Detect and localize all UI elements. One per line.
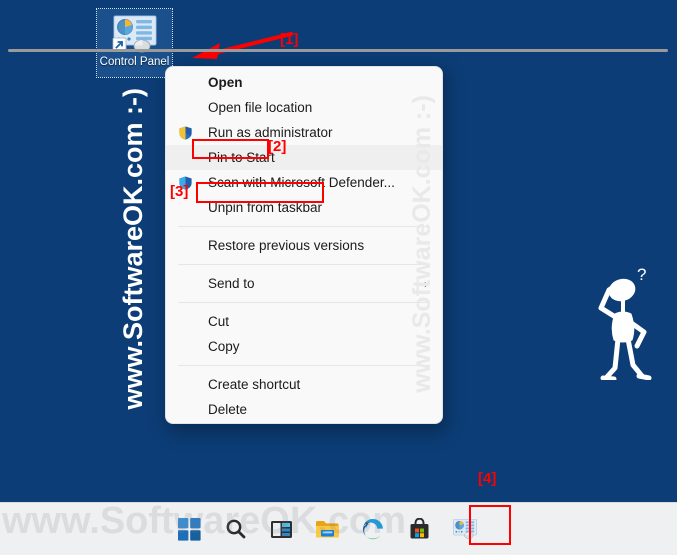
menu-item-rename[interactable]: Rename bbox=[166, 422, 442, 423]
desktop-watermark: www.SoftwareOK.com :-) bbox=[118, 88, 148, 410]
menu-separator bbox=[178, 264, 430, 265]
menu-item-delete[interactable]: Delete bbox=[166, 397, 442, 422]
menu-group: Cut Copy bbox=[166, 306, 442, 362]
menu-item-label: Open file location bbox=[208, 100, 313, 115]
menu-item-open[interactable]: Open bbox=[166, 70, 442, 95]
uac-shield-icon bbox=[179, 125, 192, 140]
control-panel-icon bbox=[453, 518, 477, 539]
menu-item-cut[interactable]: Cut bbox=[166, 309, 442, 334]
context-menu[interactable]: Open Open file location Run as administr… bbox=[165, 66, 443, 424]
menu-item-unpin-from-taskbar[interactable]: Unpin from taskbar bbox=[166, 195, 442, 220]
desktop-icon-control-panel[interactable]: Control Panel bbox=[96, 8, 173, 78]
taskbar-bottom-divider bbox=[8, 49, 668, 52]
context-menu-watermark: www.SoftwareOK.com :-) bbox=[408, 95, 436, 393]
menu-separator bbox=[178, 302, 430, 303]
menu-group: Open Open file location Run as administr… bbox=[166, 67, 442, 223]
microsoft-store-icon bbox=[410, 517, 428, 538]
menu-group: Create shortcut Delete Rename bbox=[166, 369, 442, 423]
annotation-label-4: [4] bbox=[478, 470, 497, 487]
menu-item-label: Restore previous versions bbox=[208, 238, 365, 253]
menu-item-open-file-location[interactable]: Open file location bbox=[166, 95, 442, 120]
menu-item-label: Create shortcut bbox=[208, 377, 301, 392]
menu-item-create-shortcut[interactable]: Create shortcut bbox=[166, 372, 442, 397]
menu-item-label: Pin to Start bbox=[208, 150, 275, 165]
menu-separator bbox=[178, 365, 430, 366]
annotation-label-3: [3] bbox=[170, 183, 189, 200]
annotation-label-1: [1] bbox=[280, 31, 299, 48]
svg-text:?: ? bbox=[637, 268, 646, 284]
menu-item-send-to[interactable]: Send to › bbox=[166, 271, 442, 296]
menu-item-pin-to-start[interactable]: Pin to Start bbox=[166, 145, 442, 170]
menu-item-label: Delete bbox=[208, 402, 248, 417]
menu-item-label: Unpin from taskbar bbox=[208, 200, 323, 215]
menu-item-run-as-administrator[interactable]: Run as administrator bbox=[166, 120, 442, 145]
menu-item-label: Cut bbox=[208, 314, 230, 329]
menu-item-copy[interactable]: Copy bbox=[166, 334, 442, 359]
annotation-label-2: [2] bbox=[268, 138, 287, 155]
menu-item-scan-with-defender[interactable]: Scan with Microsoft Defender... bbox=[166, 170, 442, 195]
menu-separator bbox=[178, 226, 430, 227]
menu-item-label: Scan with Microsoft Defender... bbox=[208, 175, 395, 190]
taskbar-control-panel-button[interactable] bbox=[444, 509, 486, 549]
taskbar-watermark: www.SoftwareOK.com bbox=[2, 500, 406, 542]
thinking-stick-figure: ? bbox=[598, 268, 652, 380]
menu-item-label: Open bbox=[208, 75, 243, 90]
menu-item-label: Send to bbox=[208, 276, 255, 291]
menu-item-label: Copy bbox=[208, 339, 240, 354]
menu-group: Restore previous versions bbox=[166, 230, 442, 261]
menu-item-restore-previous-versions[interactable]: Restore previous versions bbox=[166, 233, 442, 258]
screen: www.SoftwareOK.com :-) www.SoftwareOK.co… bbox=[0, 0, 677, 555]
desktop-icon-label: Control Panel bbox=[99, 56, 170, 68]
menu-group: Send to › bbox=[166, 268, 442, 299]
control-panel-icon bbox=[112, 15, 157, 53]
